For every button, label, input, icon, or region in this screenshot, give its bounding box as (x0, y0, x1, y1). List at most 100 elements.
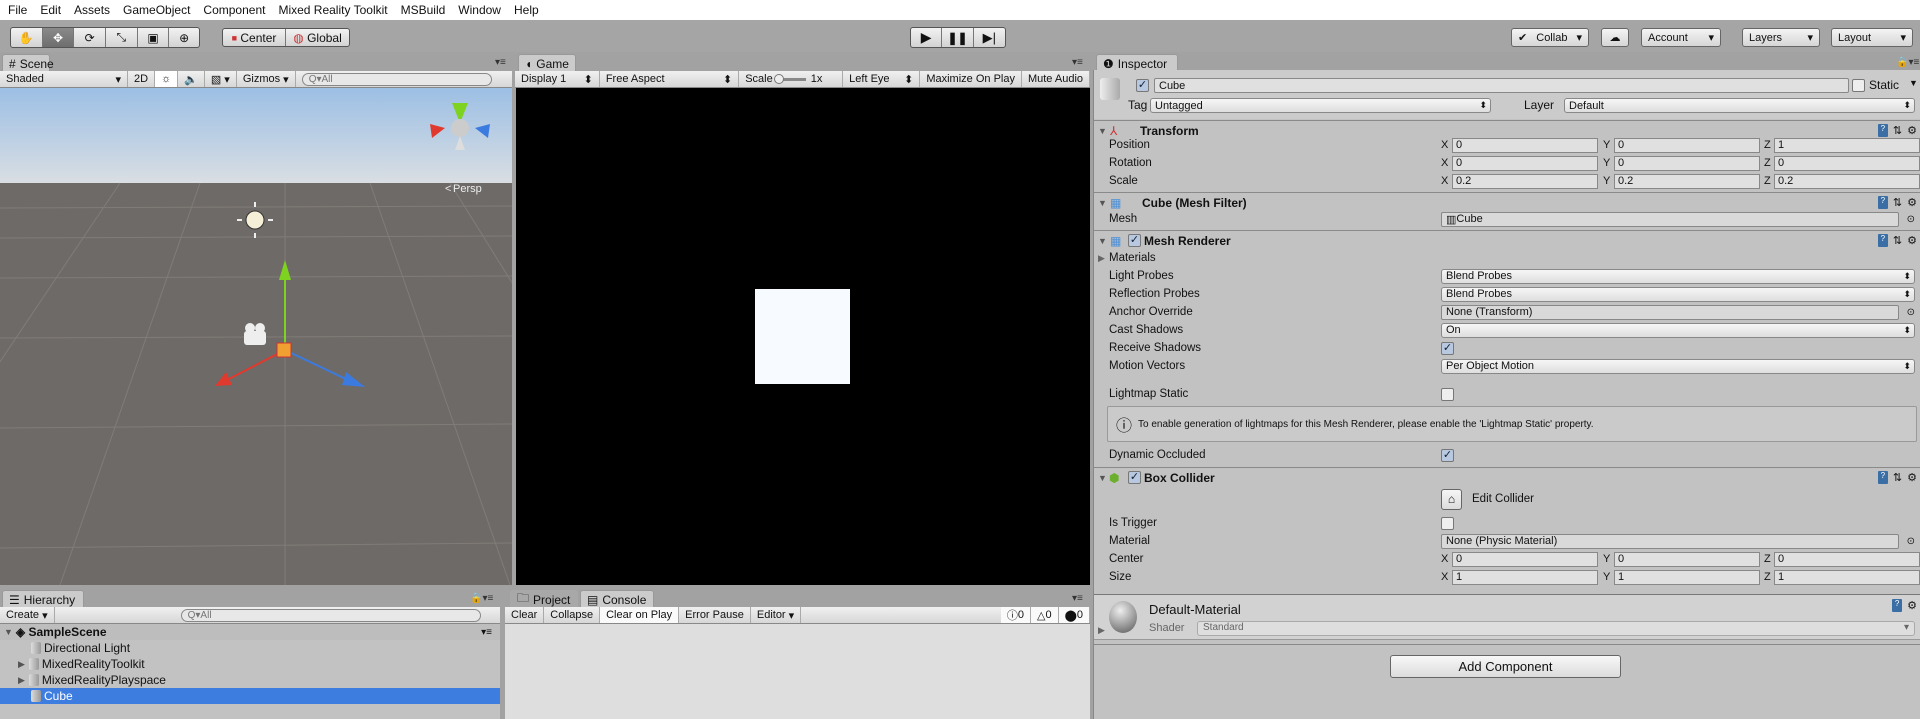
menu-help[interactable]: Help (514, 3, 539, 17)
object-picker-icon[interactable]: ⊙ (1907, 214, 1915, 225)
display-dropdown[interactable]: Display 1 ⬍ (515, 71, 600, 87)
object-picker-icon[interactable]: ⊙ (1907, 307, 1915, 318)
center-z-input[interactable]: 0 (1774, 551, 1920, 567)
pivot-global-button[interactable]: ◍ Global (286, 29, 349, 46)
hand-tool-icon[interactable]: ✋ (11, 28, 43, 47)
menu-assets[interactable]: Assets (74, 3, 110, 17)
expand-arrow-icon[interactable]: ▶ (1098, 253, 1105, 264)
motion-vectors-dropdown[interactable]: Per Object Motion (1441, 358, 1915, 374)
layers-button[interactable]: Layers ▾ (1742, 28, 1820, 47)
expand-arrow-icon[interactable]: ▶ (1098, 625, 1105, 636)
static-checkbox[interactable] (1852, 79, 1865, 92)
size-x-input[interactable]: 1 (1452, 569, 1598, 585)
center-y-input[interactable]: 0 (1614, 551, 1760, 567)
scale-slider[interactable]: Scale 1x (739, 71, 844, 87)
move-tool-icon[interactable]: ✥ (42, 28, 75, 47)
list-item[interactable]: ▶ MixedRealityPlayspace (0, 672, 500, 688)
reflection-probes-dropdown[interactable]: Blend Probes (1441, 286, 1915, 302)
scene-view[interactable]: < Persp (0, 88, 512, 585)
layout-button[interactable]: Layout ▾ (1831, 28, 1913, 47)
gear-icon[interactable]: ⚙ (1907, 471, 1917, 484)
box-collider-enabled-checkbox[interactable]: ✓ (1128, 471, 1141, 484)
audio-toggle-icon[interactable]: 🔈 (178, 71, 205, 87)
mute-audio-toggle[interactable]: Mute Audio (1022, 71, 1090, 87)
menu-edit[interactable]: Edit (40, 3, 61, 17)
gear-icon[interactable]: ⚙ (1907, 234, 1917, 247)
tab-hierarchy[interactable]: ☰ Hierarchy (2, 590, 84, 608)
fold-icon[interactable]: ▼ (1098, 198, 1107, 208)
scale-y-input[interactable]: 0.2 (1614, 173, 1760, 189)
menu-gameobject[interactable]: GameObject (123, 3, 190, 17)
position-z-input[interactable]: 1 (1774, 137, 1920, 153)
light-probes-dropdown[interactable]: Blend Probes (1441, 268, 1915, 284)
play-button[interactable]: ▶ (911, 28, 943, 47)
scale-z-input[interactable]: 0.2 (1774, 173, 1920, 189)
effects-toggle-icon[interactable]: ▧ ▾ (205, 71, 237, 87)
pivot-center-button[interactable]: ■ Center (223, 29, 287, 46)
scale-tool-icon[interactable]: ⤡ (106, 28, 138, 47)
dynamic-occluded-checkbox[interactable]: ✓ (1441, 448, 1454, 462)
materials-row[interactable]: ▶ Materials (1094, 249, 1920, 267)
pause-button[interactable]: ❚❚ (942, 28, 974, 47)
rotation-z-input[interactable]: 0 (1774, 155, 1920, 171)
fold-icon[interactable]: ▼ (4, 627, 13, 637)
object-picker-icon[interactable]: ⊙ (1907, 536, 1915, 547)
scale-x-input[interactable]: 0.2 (1452, 173, 1598, 189)
account-button[interactable]: Account ▾ (1641, 28, 1721, 47)
lock-menu-icon[interactable]: 🔒▾≡ (1896, 57, 1919, 68)
warning-toggle[interactable]: △ 0 (1030, 607, 1059, 623)
shader-dropdown[interactable]: Standard ▾ (1197, 621, 1915, 636)
panel-menu-icon[interactable]: ▾≡ (495, 57, 506, 68)
position-y-input[interactable]: 0 (1614, 137, 1760, 153)
rotate-tool-icon[interactable]: ⟳ (74, 28, 107, 47)
cloud-button[interactable]: ☁ (1601, 28, 1629, 47)
list-item-selected[interactable]: Cube (0, 688, 500, 704)
transform-tool-icon[interactable]: ⊕ (169, 28, 199, 47)
game-view[interactable] (516, 88, 1090, 585)
tag-dropdown[interactable]: Untagged (1150, 98, 1491, 113)
error-pause-toggle[interactable]: Error Pause (679, 607, 751, 623)
lock-menu-icon[interactable]: 🔒▾≡ (470, 593, 493, 604)
menu-file[interactable]: File (8, 3, 27, 17)
aspect-dropdown[interactable]: Free Aspect ⬍ (600, 71, 740, 87)
panel-menu-icon[interactable]: ▾≡ (1072, 593, 1083, 604)
fold-icon[interactable]: ▼ (1098, 473, 1107, 483)
2d-toggle[interactable]: 2D (128, 71, 156, 87)
list-item[interactable]: ▶ MixedRealityToolkit (0, 656, 500, 672)
physic-material-field[interactable]: None (Physic Material) (1441, 533, 1899, 549)
edit-collider-button[interactable]: ⌂ (1441, 489, 1462, 510)
help-icon[interactable]: ? (1877, 196, 1888, 209)
persp-label-text[interactable]: Persp (453, 183, 482, 195)
expand-arrow-icon[interactable]: ▶ (18, 659, 25, 670)
create-dropdown[interactable]: Create ▾ (0, 607, 55, 623)
panel-menu-icon[interactable]: ▾≡ (1072, 57, 1083, 68)
object-name-input[interactable]: Cube (1154, 78, 1849, 93)
cast-shadows-dropdown[interactable]: On (1441, 322, 1915, 338)
size-z-input[interactable]: 1 (1774, 569, 1920, 585)
error-toggle[interactable]: ⬤ 0 (1058, 607, 1090, 623)
static-dropdown-icon[interactable]: ▼ (1909, 78, 1918, 88)
layer-dropdown[interactable]: Default (1564, 98, 1915, 113)
collapse-toggle[interactable]: Collapse (544, 607, 601, 623)
tab-console[interactable]: ▤ Console (580, 590, 654, 608)
mesh-renderer-enabled-checkbox[interactable]: ✓ (1128, 234, 1141, 247)
anchor-override-field[interactable]: None (Transform) (1441, 304, 1899, 320)
shading-dropdown[interactable]: Shaded ▾ (0, 71, 128, 87)
fold-icon[interactable]: ▼ (1098, 236, 1107, 246)
preset-icon[interactable]: ⇅ (1893, 196, 1902, 209)
add-component-button[interactable]: Add Component (1390, 655, 1621, 678)
receive-shadows-checkbox[interactable]: ✓ (1441, 341, 1454, 355)
step-button[interactable]: ▶| (974, 28, 1005, 47)
gizmos-dropdown[interactable]: Gizmos ▾ (237, 71, 296, 87)
clear-button[interactable]: Clear (505, 607, 545, 623)
rotation-y-input[interactable]: 0 (1614, 155, 1760, 171)
mesh-renderer-header[interactable]: ▼ ▦ ✓ Mesh Renderer? ⇅ ⚙ (1094, 230, 1920, 250)
console-log-area[interactable] (505, 624, 1090, 719)
gear-icon[interactable]: ⚙ (1907, 599, 1917, 612)
menu-component[interactable]: Component (203, 3, 265, 17)
box-collider-header[interactable]: ▼ ⬢ ✓ Box Collider? ⇅ ⚙ (1094, 467, 1920, 487)
size-y-input[interactable]: 1 (1614, 569, 1760, 585)
lightmap-static-checkbox[interactable] (1441, 387, 1454, 401)
help-icon[interactable]: ? (1877, 234, 1888, 247)
scene-search-input[interactable]: Q▾ All (301, 72, 492, 86)
